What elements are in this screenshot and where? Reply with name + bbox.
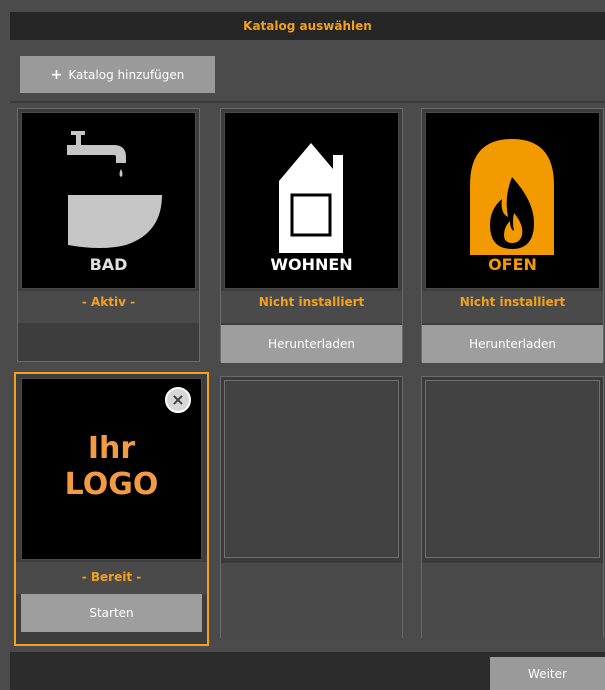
catalog-status: Nicht installiert bbox=[258, 295, 365, 309]
catalog-image-label: BAD bbox=[89, 255, 128, 274]
download-button[interactable]: Herunterladen bbox=[422, 325, 603, 363]
empty-slot-image bbox=[425, 380, 600, 558]
catalog-card-custom[interactable]: Ihr LOGO × - Bereit - Starten bbox=[14, 372, 209, 646]
status-band bbox=[221, 563, 402, 639]
start-button[interactable]: Starten bbox=[21, 594, 202, 632]
catalog-card-bad[interactable]: BAD - Aktiv - bbox=[17, 108, 200, 362]
catalog-image-bad: BAD bbox=[21, 112, 196, 289]
empty-catalog-slot bbox=[220, 376, 403, 639]
add-catalog-label: Katalog hinzufügen bbox=[68, 67, 185, 82]
divider bbox=[10, 101, 605, 103]
catalog-image-label: WOHNEN bbox=[270, 255, 353, 274]
add-catalog-button[interactable]: + Katalog hinzufügen bbox=[20, 56, 215, 93]
status-band bbox=[422, 563, 603, 639]
empty-slot-image bbox=[224, 380, 399, 558]
catalog-dialog: Katalog auswählen + Katalog hinzufügen B… bbox=[0, 0, 605, 690]
catalog-card-ofen[interactable]: OFEN Nicht installiert Herunterladen bbox=[421, 108, 604, 363]
catalog-status: Nicht installiert bbox=[459, 295, 566, 309]
catalog-image-custom: Ihr LOGO × bbox=[21, 378, 202, 560]
catalog-card-wohnen[interactable]: WOHNEN Nicht installiert Herunterladen bbox=[220, 108, 403, 363]
catalog-image-wohnen: WOHNEN bbox=[224, 112, 399, 289]
logo-placeholder: Ihr LOGO bbox=[22, 431, 201, 503]
catalog-image-label: OFEN bbox=[488, 255, 537, 274]
catalog-image-ofen: OFEN bbox=[425, 112, 600, 289]
empty-catalog-slot bbox=[421, 376, 604, 639]
next-button[interactable]: Weiter bbox=[490, 657, 605, 690]
plus-icon: + bbox=[50, 66, 63, 83]
download-button[interactable]: Herunterladen bbox=[221, 325, 402, 363]
dialog-title: Katalog auswählen bbox=[10, 12, 605, 40]
catalog-status: - Aktiv - bbox=[81, 295, 136, 309]
close-icon[interactable]: × bbox=[165, 387, 191, 413]
logo-line-2: LOGO bbox=[64, 467, 159, 502]
catalog-status: - Bereit - bbox=[81, 570, 142, 584]
logo-line-1: Ihr bbox=[87, 431, 136, 466]
